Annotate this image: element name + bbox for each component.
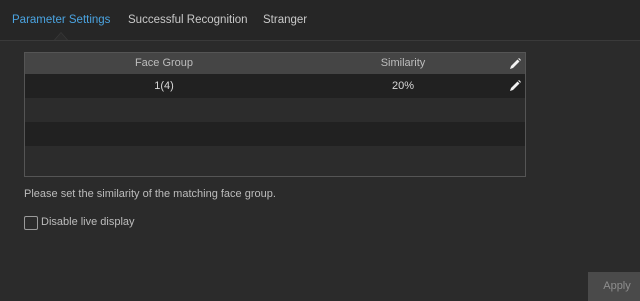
table-row-empty xyxy=(25,122,525,146)
similarity-cell: 20% xyxy=(391,80,415,92)
apply-button[interactable]: Apply xyxy=(588,272,640,301)
face-group-table: Face Group Similarity 1(4) 20% xyxy=(24,52,526,177)
pencil-icon[interactable] xyxy=(507,56,523,72)
tab-parameter-settings[interactable]: Parameter Settings xyxy=(12,14,110,26)
pencil-icon[interactable] xyxy=(507,78,523,94)
table-row[interactable]: 1(4) 20% xyxy=(25,74,525,98)
table-row-empty xyxy=(25,98,525,122)
tab-successful-recognition[interactable]: Successful Recognition xyxy=(128,14,248,26)
face-group-cell: 1(4) xyxy=(154,80,174,92)
table-header: Face Group Similarity xyxy=(25,53,525,74)
active-tab-indicator xyxy=(54,32,68,40)
similarity-hint: Please set the similarity of the matchin… xyxy=(24,188,276,200)
column-header-face-group: Face Group xyxy=(134,57,194,69)
disable-live-display-label: Disable live display xyxy=(41,216,135,228)
column-header-similarity: Similarity xyxy=(380,57,426,69)
disable-live-display-checkbox[interactable] xyxy=(24,216,38,230)
tab-bar: Parameter Settings Successful Recognitio… xyxy=(0,0,640,41)
table-row-empty xyxy=(25,146,525,176)
tab-stranger[interactable]: Stranger xyxy=(263,14,307,26)
